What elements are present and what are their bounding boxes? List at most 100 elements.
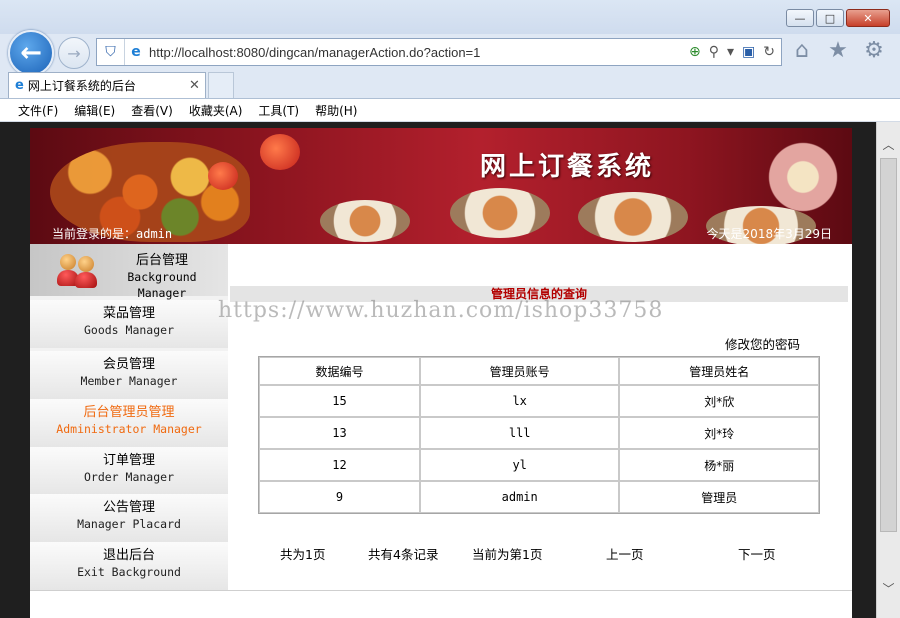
- admin-table: 数据编号 管理员账号 管理员姓名 15 lx 刘*欣 13 lll 刘*玲 12…: [258, 356, 820, 514]
- compat-shield-icon[interactable]: ⛉: [97, 39, 125, 65]
- vertical-scrollbar[interactable]: ︿ ﹀: [876, 122, 900, 618]
- cell-id: 15: [259, 385, 420, 417]
- dish-image: [450, 188, 550, 238]
- sidebar-item-orders[interactable]: 订单管理 Order Manager: [30, 447, 228, 495]
- col-header-account: 管理员账号: [419, 357, 620, 385]
- ie-tab-icon: e: [15, 78, 24, 93]
- addon-icon[interactable]: ⊕: [689, 44, 701, 60]
- settings-gear-icon[interactable]: ⚙: [862, 38, 886, 63]
- close-button[interactable]: ✕: [846, 9, 890, 27]
- admin-site: 网上订餐系统 当前登录的是：admin 今天是2018年3月29日 后台管理 B…: [30, 128, 852, 618]
- tab-bar: e 网上订餐系统的后台 ✕: [0, 70, 900, 98]
- tab-title: 网上订餐系统的后台: [27, 79, 136, 93]
- cell-account: lll: [419, 417, 620, 449]
- sidebar-item-members[interactable]: 会员管理 Member Manager: [30, 351, 228, 399]
- dish-image: [578, 192, 688, 242]
- sidebar-item-label-en: Manager Placard: [77, 517, 181, 531]
- sidebar: 后台管理 Background Manager 菜品管理 Goods Manag…: [30, 244, 228, 590]
- dropdown-icon[interactable]: ▾: [727, 44, 734, 60]
- current-date: 今天是2018年3月29日: [706, 227, 832, 241]
- pager-next-link[interactable]: 下一页: [738, 544, 776, 563]
- lantern-image: [260, 134, 300, 170]
- maximize-button[interactable]: □: [816, 9, 844, 27]
- sidebar-item-label: 菜品管理: [102, 306, 155, 321]
- pager-total-pages: 共为1页: [280, 547, 326, 562]
- table-row[interactable]: 13 lll 刘*玲: [259, 417, 819, 449]
- page-viewport: 网上订餐系统 当前登录的是：admin 今天是2018年3月29日 后台管理 B…: [0, 122, 900, 618]
- sidebar-header-en: Background Manager: [127, 270, 197, 300]
- scroll-down-icon[interactable]: ﹀: [877, 578, 900, 598]
- refresh-icon[interactable]: ↻: [763, 44, 775, 60]
- cell-name: 刘*玲: [619, 417, 819, 449]
- menu-favorites[interactable]: 收藏夹(A): [189, 102, 243, 119]
- sidebar-item-label: 公告管理: [102, 500, 155, 515]
- table-row[interactable]: 12 yl 杨*丽: [259, 449, 819, 481]
- forward-button[interactable]: →: [58, 37, 90, 69]
- minimize-button[interactable]: —: [786, 9, 814, 27]
- search-icon[interactable]: ⚲: [709, 44, 719, 60]
- maximize-icon: □: [824, 11, 836, 25]
- sidebar-item-label-en: Order Manager: [83, 470, 174, 484]
- pager-prev-link[interactable]: 上一页: [606, 544, 644, 563]
- sidebar-item-label: 会员管理: [102, 357, 155, 372]
- browser-navbar: ← → ⛉ e http://localhost:8080/dingcan/ma…: [0, 28, 900, 76]
- cell-name: 杨*丽: [619, 449, 819, 481]
- menu-bar: 文件(F) 编辑(E) 查看(V) 收藏夹(A) 工具(T) 帮助(H): [0, 98, 900, 122]
- cell-name: 管理员: [619, 481, 819, 513]
- address-tools: ⊕ ⚲ ▾ ▣ ↻: [689, 44, 781, 60]
- sidebar-item-exit[interactable]: 退出后台 Exit Background: [30, 542, 228, 590]
- site-footer-strip: [30, 590, 852, 618]
- menu-view[interactable]: 查看(V): [131, 102, 173, 119]
- back-arrow-icon: ←: [20, 38, 42, 68]
- favorites-star-icon[interactable]: ★: [826, 38, 850, 63]
- lantern-image: [208, 162, 238, 190]
- tab-current[interactable]: e 网上订餐系统的后台 ✕: [8, 72, 206, 98]
- cell-id: 13: [259, 417, 420, 449]
- table-header-row: 数据编号 管理员账号 管理员姓名: [259, 357, 819, 385]
- watermark-text: https://www.huzhan.com/ishop33758: [218, 298, 664, 323]
- ie-page-icon: e: [131, 44, 141, 60]
- toolbar-icons: ⌂ ★ ⚙: [790, 38, 886, 63]
- cell-id: 12: [259, 449, 420, 481]
- col-header-name: 管理员姓名: [619, 357, 819, 385]
- menu-tools[interactable]: 工具(T): [258, 102, 299, 119]
- sidebar-item-label: 后台管理员管理: [83, 405, 175, 420]
- pager-current-page: 当前为第1页: [472, 547, 543, 562]
- change-password-link[interactable]: 修改您的密码: [725, 334, 800, 353]
- site-title: 网上订餐系统: [480, 152, 655, 182]
- sidebar-header: 后台管理 Background Manager: [30, 244, 228, 300]
- sidebar-item-label: 退出后台: [102, 548, 155, 563]
- sidebar-item-label: 订单管理: [102, 453, 155, 468]
- sidebar-item-label-en: Goods Manager: [83, 323, 174, 337]
- address-url[interactable]: http://localhost:8080/dingcan/managerAct…: [147, 45, 689, 60]
- window-controls: — □ ✕: [786, 9, 890, 27]
- menu-help[interactable]: 帮助(H): [315, 102, 357, 119]
- cell-id: 9: [259, 481, 420, 513]
- sidebar-item-placards[interactable]: 公告管理 Manager Placard: [30, 494, 228, 542]
- table-row[interactable]: 9 admin 管理员: [259, 481, 819, 513]
- table-row[interactable]: 15 lx 刘*欣: [259, 385, 819, 417]
- cell-account: admin: [419, 481, 620, 513]
- cell-name: 刘*欣: [619, 385, 819, 417]
- scroll-thumb[interactable]: [880, 158, 897, 532]
- menu-edit[interactable]: 编辑(E): [74, 102, 115, 119]
- sidebar-item-label-en: Member Manager: [80, 374, 178, 388]
- dish-image: [320, 200, 410, 242]
- home-icon[interactable]: ⌂: [790, 38, 814, 63]
- menu-file[interactable]: 文件(F): [18, 102, 58, 119]
- site-banner: 网上订餐系统 当前登录的是：admin 今天是2018年3月29日: [30, 128, 852, 244]
- sidebar-item-administrators[interactable]: 后台管理员管理 Administrator Manager: [30, 399, 228, 447]
- compat-view-icon[interactable]: ▣: [742, 44, 755, 60]
- tab-close-icon[interactable]: ✕: [189, 78, 205, 93]
- corner-flower-image: [760, 134, 846, 220]
- cell-account: yl: [419, 449, 620, 481]
- cell-account: lx: [419, 385, 620, 417]
- login-status: 当前登录的是：admin: [52, 227, 173, 241]
- address-bar[interactable]: ⛉ e http://localhost:8080/dingcan/manage…: [96, 38, 782, 66]
- sidebar-item-goods[interactable]: 菜品管理 Goods Manager: [30, 300, 228, 348]
- scroll-up-icon[interactable]: ︿: [877, 134, 900, 154]
- col-header-id: 数据编号: [259, 357, 420, 385]
- sidebar-header-cn: 后台管理: [135, 253, 188, 268]
- sidebar-item-label-en: Administrator Manager: [56, 422, 202, 436]
- new-tab-button[interactable]: [208, 72, 234, 98]
